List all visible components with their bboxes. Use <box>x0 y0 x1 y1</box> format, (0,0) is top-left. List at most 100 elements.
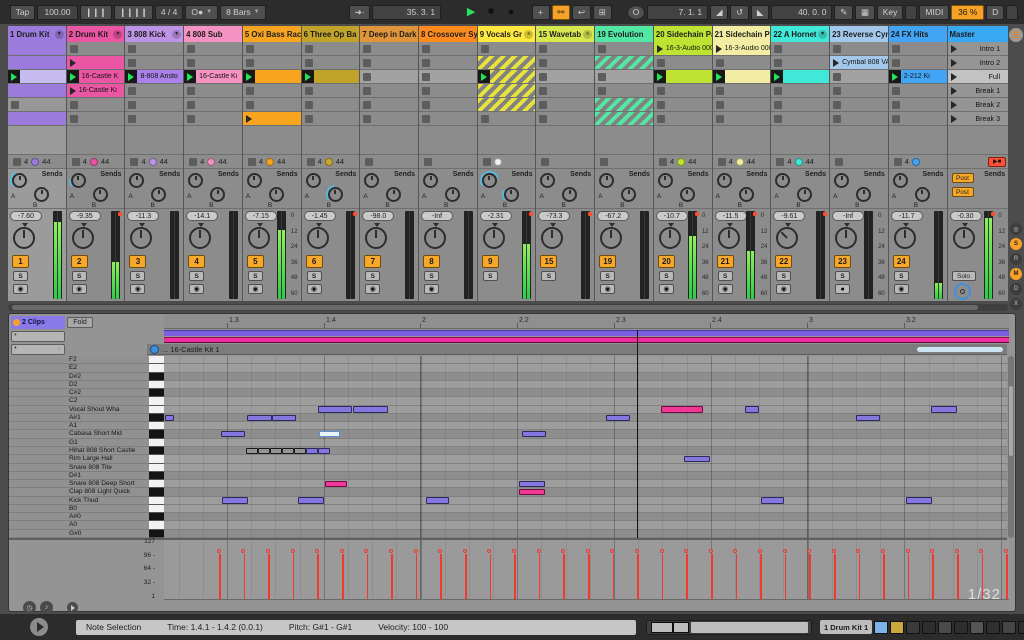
clip-slot-empty[interactable] <box>536 56 595 70</box>
send-post-toggle[interactable]: Post <box>951 187 974 197</box>
send-knob-A[interactable] <box>10 171 29 190</box>
solo-button[interactable]: S <box>189 271 205 281</box>
status-play-icon[interactable] <box>30 618 48 636</box>
velocity-stem[interactable] <box>635 548 639 599</box>
scene-play-icon[interactable] <box>950 72 957 81</box>
track-header-21[interactable]: 21 Sidechain Pad <box>712 26 771 42</box>
clip-panel-header[interactable]: 2 Clips <box>11 316 65 329</box>
clip-slot[interactable] <box>8 112 66 126</box>
volume-field[interactable]: -67.2 <box>597 211 630 221</box>
follow-icon[interactable]: ➜· <box>348 4 371 20</box>
new-button[interactable]: + <box>531 4 550 20</box>
clip-play-icon[interactable] <box>69 58 76 67</box>
send-knob-A[interactable] <box>599 173 615 188</box>
velocity-head[interactable] <box>782 548 787 553</box>
send-knob-A[interactable] <box>188 173 204 188</box>
quantization-menu[interactable]: 8 Bars ▼ <box>220 4 266 20</box>
track-header-5[interactable]: 5 Oxi Bass Rack <box>242 26 301 42</box>
black-key[interactable] <box>149 529 164 538</box>
midi-map-button[interactable]: MIDI <box>919 4 950 20</box>
row-cells[interactable] <box>164 380 1007 390</box>
clip-slot-empty[interactable] <box>66 42 125 56</box>
midi-note[interactable] <box>222 497 248 504</box>
pan-knob[interactable] <box>306 227 329 249</box>
clip-slot-empty[interactable] <box>653 84 712 98</box>
track-activator-button[interactable]: 5 <box>246 255 264 268</box>
row-cells[interactable] <box>164 504 1007 514</box>
clip-launch-mode-select[interactable]: * <box>11 331 65 342</box>
clip-slot[interactable] <box>477 56 536 70</box>
pan-knob[interactable] <box>717 227 740 249</box>
pan-knob[interactable] <box>424 227 447 249</box>
send-knob-A[interactable] <box>657 173 673 188</box>
black-key[interactable] <box>149 372 164 381</box>
send-knob-B[interactable] <box>856 187 872 202</box>
pan-knob[interactable] <box>247 227 270 249</box>
velocity-head[interactable] <box>733 548 738 553</box>
scroll-handle[interactable] <box>691 621 808 633</box>
midi-note[interactable] <box>519 480 545 487</box>
device-thumbnail[interactable] <box>1002 620 1017 634</box>
automation-arm-icon[interactable]: ⚯ <box>551 4 571 20</box>
black-key[interactable] <box>149 488 164 497</box>
track-activator-button[interactable]: 21 <box>716 255 734 268</box>
clip-slot-empty[interactable] <box>888 112 947 126</box>
clip-slot-empty[interactable] <box>771 112 830 126</box>
punch-out-icon[interactable]: ◣ <box>751 4 770 20</box>
volume-field[interactable]: -1.45 <box>303 211 336 221</box>
arm-button[interactable]: ◉ <box>13 284 28 294</box>
loop-start-field[interactable]: 7. 1. 1 <box>646 4 709 20</box>
track-header-8[interactable]: 8 Crossover Sy <box>419 26 477 42</box>
velocity-head[interactable] <box>241 548 246 553</box>
master-track-header[interactable]: Master <box>947 26 1009 42</box>
volume-field[interactable]: -7.15 <box>244 211 277 221</box>
track-activator-button[interactable]: 15 <box>540 255 558 268</box>
row-cells[interactable] <box>164 463 1007 472</box>
clip-slot-empty[interactable] <box>360 42 419 56</box>
row-cells[interactable] <box>164 488 1007 497</box>
clip-slot-empty[interactable] <box>595 70 653 84</box>
solo-button[interactable]: S <box>482 271 498 281</box>
pan-knob[interactable] <box>835 227 858 249</box>
clip-slot[interactable] <box>8 42 66 56</box>
solo-button[interactable]: S <box>600 271 616 281</box>
clip-scroll-handle[interactable] <box>917 347 1003 352</box>
velocity-stem[interactable] <box>807 548 812 599</box>
send-knob-A[interactable] <box>716 173 732 188</box>
clip-slot[interactable] <box>242 112 301 126</box>
white-key[interactable] <box>149 380 164 390</box>
arm-button[interactable]: ◉ <box>71 284 87 294</box>
track-activator-button[interactable]: 22 <box>775 255 793 268</box>
clip-slot[interactable] <box>712 70 771 84</box>
track-activator-button[interactable]: 8 <box>423 255 441 268</box>
velocity-stem[interactable] <box>266 548 270 599</box>
device-thumbnail[interactable] <box>874 620 889 634</box>
solo-button[interactable]: S <box>306 271 322 281</box>
send-knob-A[interactable] <box>834 173 850 188</box>
track-activator-button[interactable]: 24 <box>892 255 910 268</box>
track-stop-icon[interactable] <box>306 157 315 166</box>
clip-slot-empty[interactable] <box>301 112 360 126</box>
velocity-stem[interactable] <box>241 548 246 599</box>
scene-slot[interactable]: Full <box>947 70 1009 84</box>
velocity-stem[interactable] <box>1004 548 1008 599</box>
clip-slot-empty[interactable] <box>242 98 301 112</box>
clip-slot[interactable]: 2-212 Ki <box>888 70 947 84</box>
clip-slot[interactable] <box>595 98 653 112</box>
white-key[interactable] <box>149 455 164 464</box>
solo-button[interactable]: S <box>658 271 674 281</box>
time-signature-field[interactable]: 4 / 4 <box>154 4 184 20</box>
track-activator-button[interactable]: 3 <box>129 255 147 268</box>
re-enable-automation-icon[interactable]: ↩ <box>572 4 591 20</box>
clip-slot[interactable] <box>242 70 301 84</box>
mixer-toggle-x[interactable]: X <box>1010 298 1022 310</box>
white-key[interactable] <box>149 521 164 530</box>
clip-slot-empty[interactable] <box>125 112 184 126</box>
velocity-lane[interactable] <box>164 540 1009 600</box>
track-header-22[interactable]: 22 A Hornet ▼ <box>771 26 830 42</box>
volume-field[interactable]: -11.7 <box>890 211 923 221</box>
midi-note[interactable] <box>661 406 703 413</box>
clip-slot-empty[interactable] <box>184 42 242 56</box>
preview-audition-icon[interactable] <box>67 602 78 613</box>
pan-knob[interactable] <box>776 227 799 249</box>
